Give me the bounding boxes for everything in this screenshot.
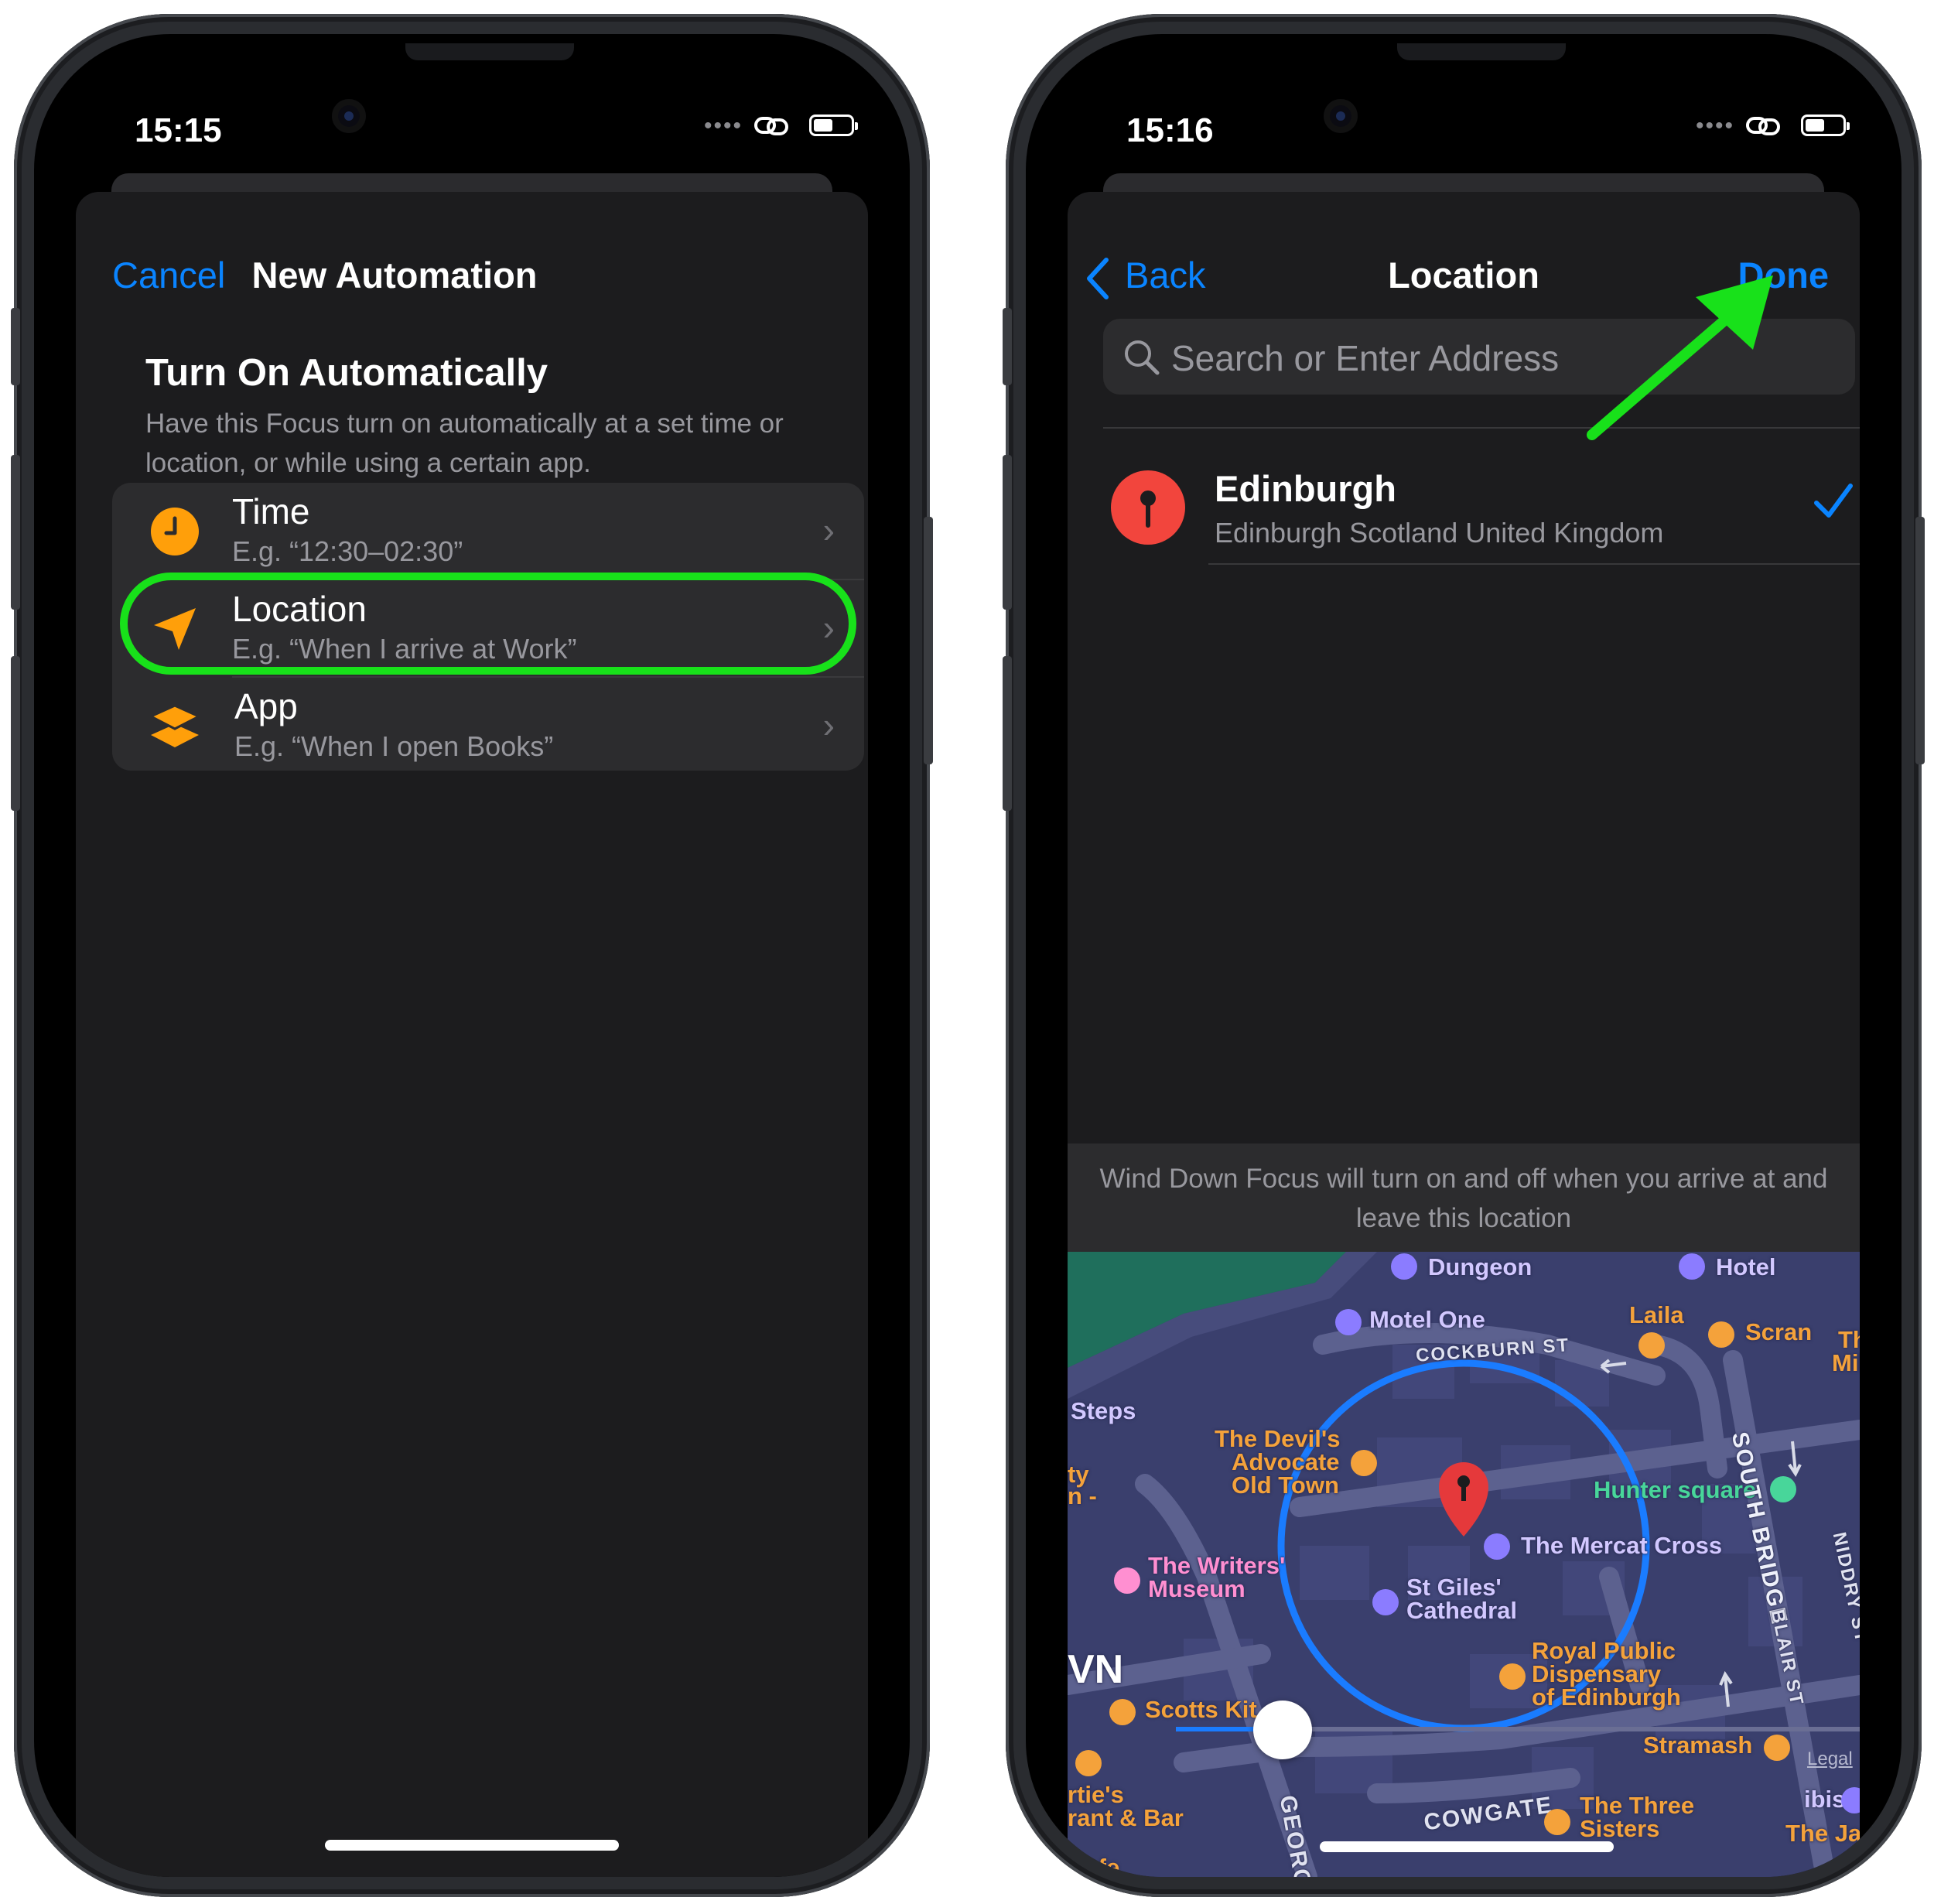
checkmark-icon — [1814, 484, 1853, 518]
battery-icon — [1801, 115, 1850, 136]
info-text: Wind Down Focus will turn on and off whe… — [1068, 1143, 1860, 1252]
poi-label[interactable]: n - — [1068, 1484, 1097, 1509]
poi-label[interactable]: Steps — [1071, 1399, 1136, 1424]
signal-dots-icon: •••• — [704, 113, 743, 138]
poi-restaurant-icon — [1075, 1750, 1102, 1776]
poi-star-icon — [1391, 1253, 1417, 1280]
divider — [1103, 427, 1860, 429]
screen-left: 15:15 •••• Cancel New Automation Turn On… — [34, 34, 910, 1877]
poi-label[interactable]: Mile T — [1832, 1351, 1860, 1376]
place-address: Edinburgh Scotland United Kingdom — [1215, 517, 1664, 549]
poi-bar-icon — [1764, 1735, 1790, 1761]
poi-label[interactable]: Motel One — [1369, 1308, 1485, 1332]
option-title: App — [234, 686, 298, 726]
poi-restaurant-icon — [1109, 1699, 1136, 1725]
poi-label[interactable]: Hotel — [1716, 1255, 1776, 1280]
district-label: VN — [1068, 1647, 1124, 1692]
phone-frame-left: 15:15 •••• Cancel New Automation Turn On… — [11, 14, 933, 1897]
mute-switch — [1003, 308, 1012, 385]
poi-label[interactable]: Laila — [1629, 1303, 1684, 1328]
poi-label[interactable]: Old Town — [1232, 1473, 1339, 1498]
poi-label[interactable]: Sisters — [1580, 1817, 1659, 1841]
option-title: Time — [232, 491, 310, 532]
poi-label[interactable]: rant & Bar — [1068, 1806, 1184, 1831]
poi-park-icon — [1770, 1476, 1796, 1502]
section-description: Have this Focus turn on automatically at… — [145, 408, 784, 478]
poi-label[interactable]: Scran — [1745, 1320, 1812, 1345]
new-automation-sheet: Cancel New Automation Turn On Automatica… — [76, 192, 868, 1877]
map-view[interactable]: Dungeon Hotel Motel One Laila Scran The … — [1068, 1252, 1860, 1877]
location-highlight-outline — [120, 573, 856, 675]
trigger-options-list: Time E.g. “12:30–02:30” › Location E.g. … — [112, 483, 864, 771]
status-time: 15:15 — [135, 111, 222, 149]
speaker-grille — [405, 43, 574, 60]
side-button — [924, 517, 933, 764]
poi-restaurant-icon — [1708, 1321, 1734, 1348]
poi-bed-icon — [1335, 1309, 1362, 1335]
search-icon — [1125, 340, 1160, 375]
battery-icon — [809, 115, 858, 136]
poi-label[interactable]: Cathedral — [1406, 1598, 1517, 1623]
poi-label[interactable]: The Mercat Cross — [1521, 1533, 1722, 1558]
search-field[interactable]: Search or Enter Address — [1103, 319, 1855, 395]
clock-icon — [151, 508, 199, 555]
option-subtitle: E.g. “12:30–02:30” — [232, 535, 463, 567]
poi-museum-icon — [1114, 1567, 1140, 1594]
volume-down-button — [11, 656, 20, 811]
status-time: 15:16 — [1126, 111, 1214, 149]
status-bar: 15:16 •••• — [1026, 34, 1902, 173]
map-pin-icon — [1111, 470, 1185, 545]
radius-slider-thumb[interactable] — [1253, 1701, 1312, 1759]
speaker-grille — [1397, 43, 1566, 60]
poi-label[interactable]: Dungeon — [1428, 1255, 1532, 1280]
location-sheet: Back Location Done Search or Enter Addre… — [1068, 192, 1860, 1877]
poi-label[interactable]: Stramash — [1643, 1733, 1752, 1758]
chevron-right-icon: › — [822, 510, 835, 550]
search-placeholder: Search or Enter Address — [1171, 338, 1560, 378]
nav-title: New Automation — [251, 255, 538, 296]
divider — [1208, 563, 1860, 565]
mute-switch — [11, 308, 20, 385]
front-camera — [332, 99, 366, 133]
poi-label[interactable]: Hunter square — [1594, 1476, 1756, 1504]
poi-label[interactable]: Scotts Kit — [1145, 1697, 1257, 1722]
option-app[interactable]: App E.g. “When I open Books” › — [112, 678, 864, 774]
personal-hotspot-icon — [754, 117, 788, 135]
done-button[interactable]: Done — [1738, 254, 1830, 296]
signal-dots-icon: •••• — [1696, 113, 1735, 138]
option-subtitle: E.g. “When I open Books” — [234, 730, 554, 762]
chevron-right-icon: › — [822, 705, 835, 745]
front-camera — [1324, 99, 1358, 133]
poi-label[interactable]: ibis — [1804, 1787, 1845, 1812]
option-time[interactable]: Time E.g. “12:30–02:30” › — [112, 483, 864, 579]
poi-label[interactable]: Museum — [1148, 1577, 1245, 1601]
volume-up-button — [11, 455, 20, 610]
poi-church-icon — [1372, 1589, 1399, 1615]
poi-cafe-icon — [1638, 1332, 1665, 1359]
screen-right: 15:16 •••• Back Location Done Search or … — [1026, 34, 1902, 1877]
home-indicator[interactable] — [325, 1840, 619, 1851]
poi-label[interactable]: Cafe — [1068, 1855, 1119, 1878]
map-legal-link[interactable]: Legal — [1807, 1748, 1853, 1770]
poi-bar-icon — [1351, 1450, 1377, 1476]
poi-bed-icon — [1679, 1253, 1705, 1280]
poi-star-icon — [1484, 1533, 1510, 1560]
home-indicator[interactable] — [1320, 1841, 1614, 1852]
volume-up-button — [1003, 455, 1012, 610]
status-bar: 15:15 •••• — [34, 34, 910, 173]
app-layers-icon — [149, 704, 200, 747]
side-button — [1915, 517, 1925, 764]
poi-bar-icon — [1544, 1809, 1570, 1835]
section-title: Turn On Automatically — [145, 352, 548, 394]
place-name: Edinburgh — [1215, 468, 1396, 509]
phone-frame-right: 15:16 •••• Back Location Done Search or … — [1003, 14, 1925, 1897]
personal-hotspot-icon — [1746, 117, 1780, 135]
poi-school-icon — [1499, 1663, 1526, 1690]
volume-down-button — [1003, 656, 1012, 811]
poi-label[interactable]: of Edinburgh — [1532, 1685, 1681, 1710]
poi-label[interactable]: The Jaz — [1785, 1821, 1860, 1846]
